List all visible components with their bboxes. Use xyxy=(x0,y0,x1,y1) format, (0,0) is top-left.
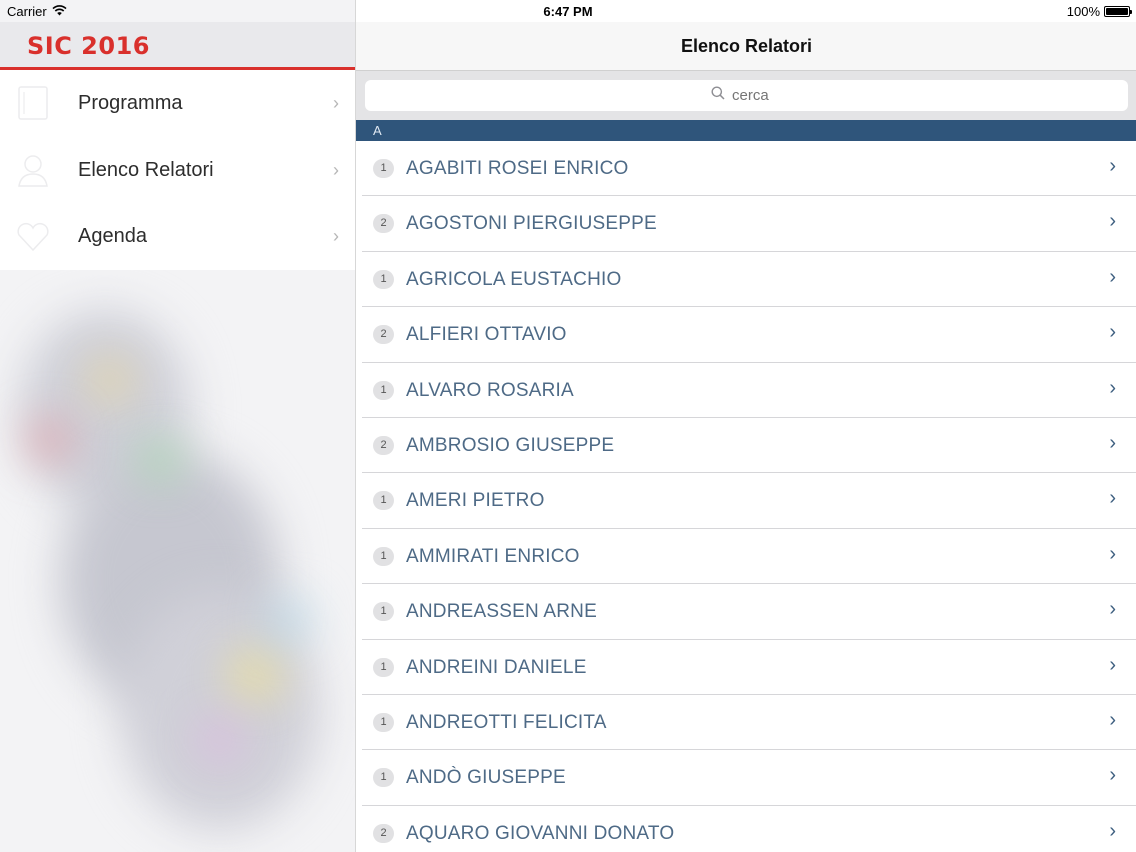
speaker-name: AMBROSIO GIUSEPPE xyxy=(406,434,615,456)
list-item[interactable]: 1 ANDREINI DANIELE › xyxy=(362,640,1136,695)
search-container xyxy=(356,71,1136,120)
speaker-name: ANDÒ GIUSEPPE xyxy=(406,767,566,789)
chevron-right-icon: › xyxy=(1109,598,1116,621)
chevron-right-icon: › xyxy=(1109,376,1116,399)
chevron-right-icon: › xyxy=(1109,708,1116,731)
count-badge: 1 xyxy=(373,712,394,732)
chevron-right-icon: › xyxy=(1109,155,1116,177)
count-badge: 1 xyxy=(373,380,394,400)
list-item[interactable]: 1 ANDREOTTI FELICITA › xyxy=(362,695,1136,751)
speaker-name: AQUARO GIOVANNI DONATO xyxy=(406,822,675,844)
chevron-right-icon: › xyxy=(1109,653,1116,676)
battery-percent: 100% xyxy=(1066,4,1100,19)
list-item[interactable]: 2 AQUARO GIOVANNI DONATO › xyxy=(362,806,1136,852)
speaker-name: AGABITI ROSEI ENRICO xyxy=(406,158,629,179)
count-badge: 2 xyxy=(373,325,394,345)
chevron-right-icon: › xyxy=(1109,819,1116,842)
speaker-name: AGRICOLA EUSTACHIO xyxy=(406,268,622,290)
sidebar-item-agenda[interactable]: Agenda › xyxy=(0,203,355,270)
list-item[interactable]: 1 ANDÒ GIUSEPPE › xyxy=(362,750,1136,806)
speaker-name: ALVARO ROSARIA xyxy=(406,379,574,401)
list-item[interactable]: 1 ALVARO ROSARIA › xyxy=(362,363,1136,418)
chevron-right-icon: › xyxy=(1109,764,1116,787)
count-badge: 2 xyxy=(373,214,394,234)
sidebar-item-programma[interactable]: Programma › xyxy=(0,70,355,137)
app-logo: SIC 2016 xyxy=(27,32,150,60)
chevron-right-icon: › xyxy=(333,159,339,180)
sidebar: SIC 2016 Programma › Elenco Relatori › A… xyxy=(0,0,355,852)
count-badge: 1 xyxy=(373,768,394,788)
list-item[interactable]: 2 AMBROSIO GIUSEPPE › xyxy=(362,418,1136,474)
document-icon xyxy=(16,86,50,121)
status-time: 6:47 PM xyxy=(543,4,593,19)
count-badge: 1 xyxy=(373,657,394,677)
page-title: Elenco Relatori xyxy=(680,36,813,56)
sidebar-item-label: Agenda xyxy=(78,225,147,248)
speaker-name: ALFIERI OTTAVIO xyxy=(406,324,567,346)
search-bar[interactable] xyxy=(365,80,1128,111)
list-item[interactable]: 1 AGRICOLA EUSTACHIO › xyxy=(362,252,1136,308)
chevron-right-icon: › xyxy=(1109,210,1116,233)
search-icon xyxy=(711,86,725,105)
sidebar-item-label: Elenco Relatori xyxy=(78,158,214,181)
chevron-right-icon: › xyxy=(333,92,339,113)
sidebar-item-elenco-relatori[interactable]: Elenco Relatori › xyxy=(0,137,355,204)
count-badge: 1 xyxy=(373,546,394,566)
count-badge: 2 xyxy=(373,435,394,455)
status-right: 100% xyxy=(1066,4,1132,19)
chevron-right-icon: › xyxy=(1109,265,1116,288)
count-badge: 2 xyxy=(373,823,394,843)
status-bar: Carrier 6:47 PM 100% xyxy=(0,0,1136,22)
list-item[interactable]: 1 AGABITI ROSEI ENRICO › xyxy=(362,141,1136,197)
speaker-name: AMMIRATI ENRICO xyxy=(406,545,580,567)
sidebar-blurred-background xyxy=(0,270,355,852)
speaker-list: 1 AGABITI ROSEI ENRICO › 2 AGOSTONI PIERGIU… xyxy=(356,141,1136,852)
chevron-right-icon: › xyxy=(1109,542,1116,565)
sidebar-header: SIC 2016 xyxy=(0,22,355,70)
chevron-right-icon: › xyxy=(1109,431,1116,454)
chevron-right-icon: › xyxy=(1109,487,1116,510)
sidebar-item-label: Programma xyxy=(78,91,183,114)
navigation-bar: Elenco Relatori xyxy=(356,22,1136,71)
count-badge: 1 xyxy=(373,159,394,178)
list-item[interactable]: 1 AMERI PIETRO › xyxy=(362,473,1136,529)
count-badge: 1 xyxy=(373,491,394,511)
count-badge: 1 xyxy=(373,269,394,289)
battery-icon xyxy=(1104,6,1132,17)
sidebar-menu: Programma › Elenco Relatori › Agenda › xyxy=(0,70,355,271)
section-header: A xyxy=(356,120,1136,141)
list-item[interactable]: 2 AGOSTONI PIERGIUSEPPE › xyxy=(362,196,1136,252)
heart-icon xyxy=(16,220,50,254)
list-item[interactable]: 1 AMMIRATI ENRICO › xyxy=(362,529,1136,585)
search-input[interactable] xyxy=(732,87,782,104)
speaker-name: ANDREINI DANIELE xyxy=(406,656,587,678)
count-badge: 1 xyxy=(373,602,394,622)
chevron-right-icon: › xyxy=(333,226,339,247)
speaker-name: AGOSTONI PIERGIUSEPPE xyxy=(406,213,657,235)
speaker-name: ANDREASSEN ARNE xyxy=(406,601,597,623)
main-panel: Elenco Relatori A 1 AGABITI ROSEI ENRICO ›… xyxy=(355,0,1136,852)
chevron-right-icon: › xyxy=(1109,321,1116,344)
list-item[interactable]: 2 ALFIERI OTTAVIO › xyxy=(362,307,1136,363)
speaker-name: AMERI PIETRO xyxy=(406,490,545,512)
speaker-name: ANDREOTTI FELICITA xyxy=(406,711,607,733)
list-item[interactable]: 1 ANDREASSEN ARNE › xyxy=(362,584,1136,640)
person-icon xyxy=(16,153,50,187)
